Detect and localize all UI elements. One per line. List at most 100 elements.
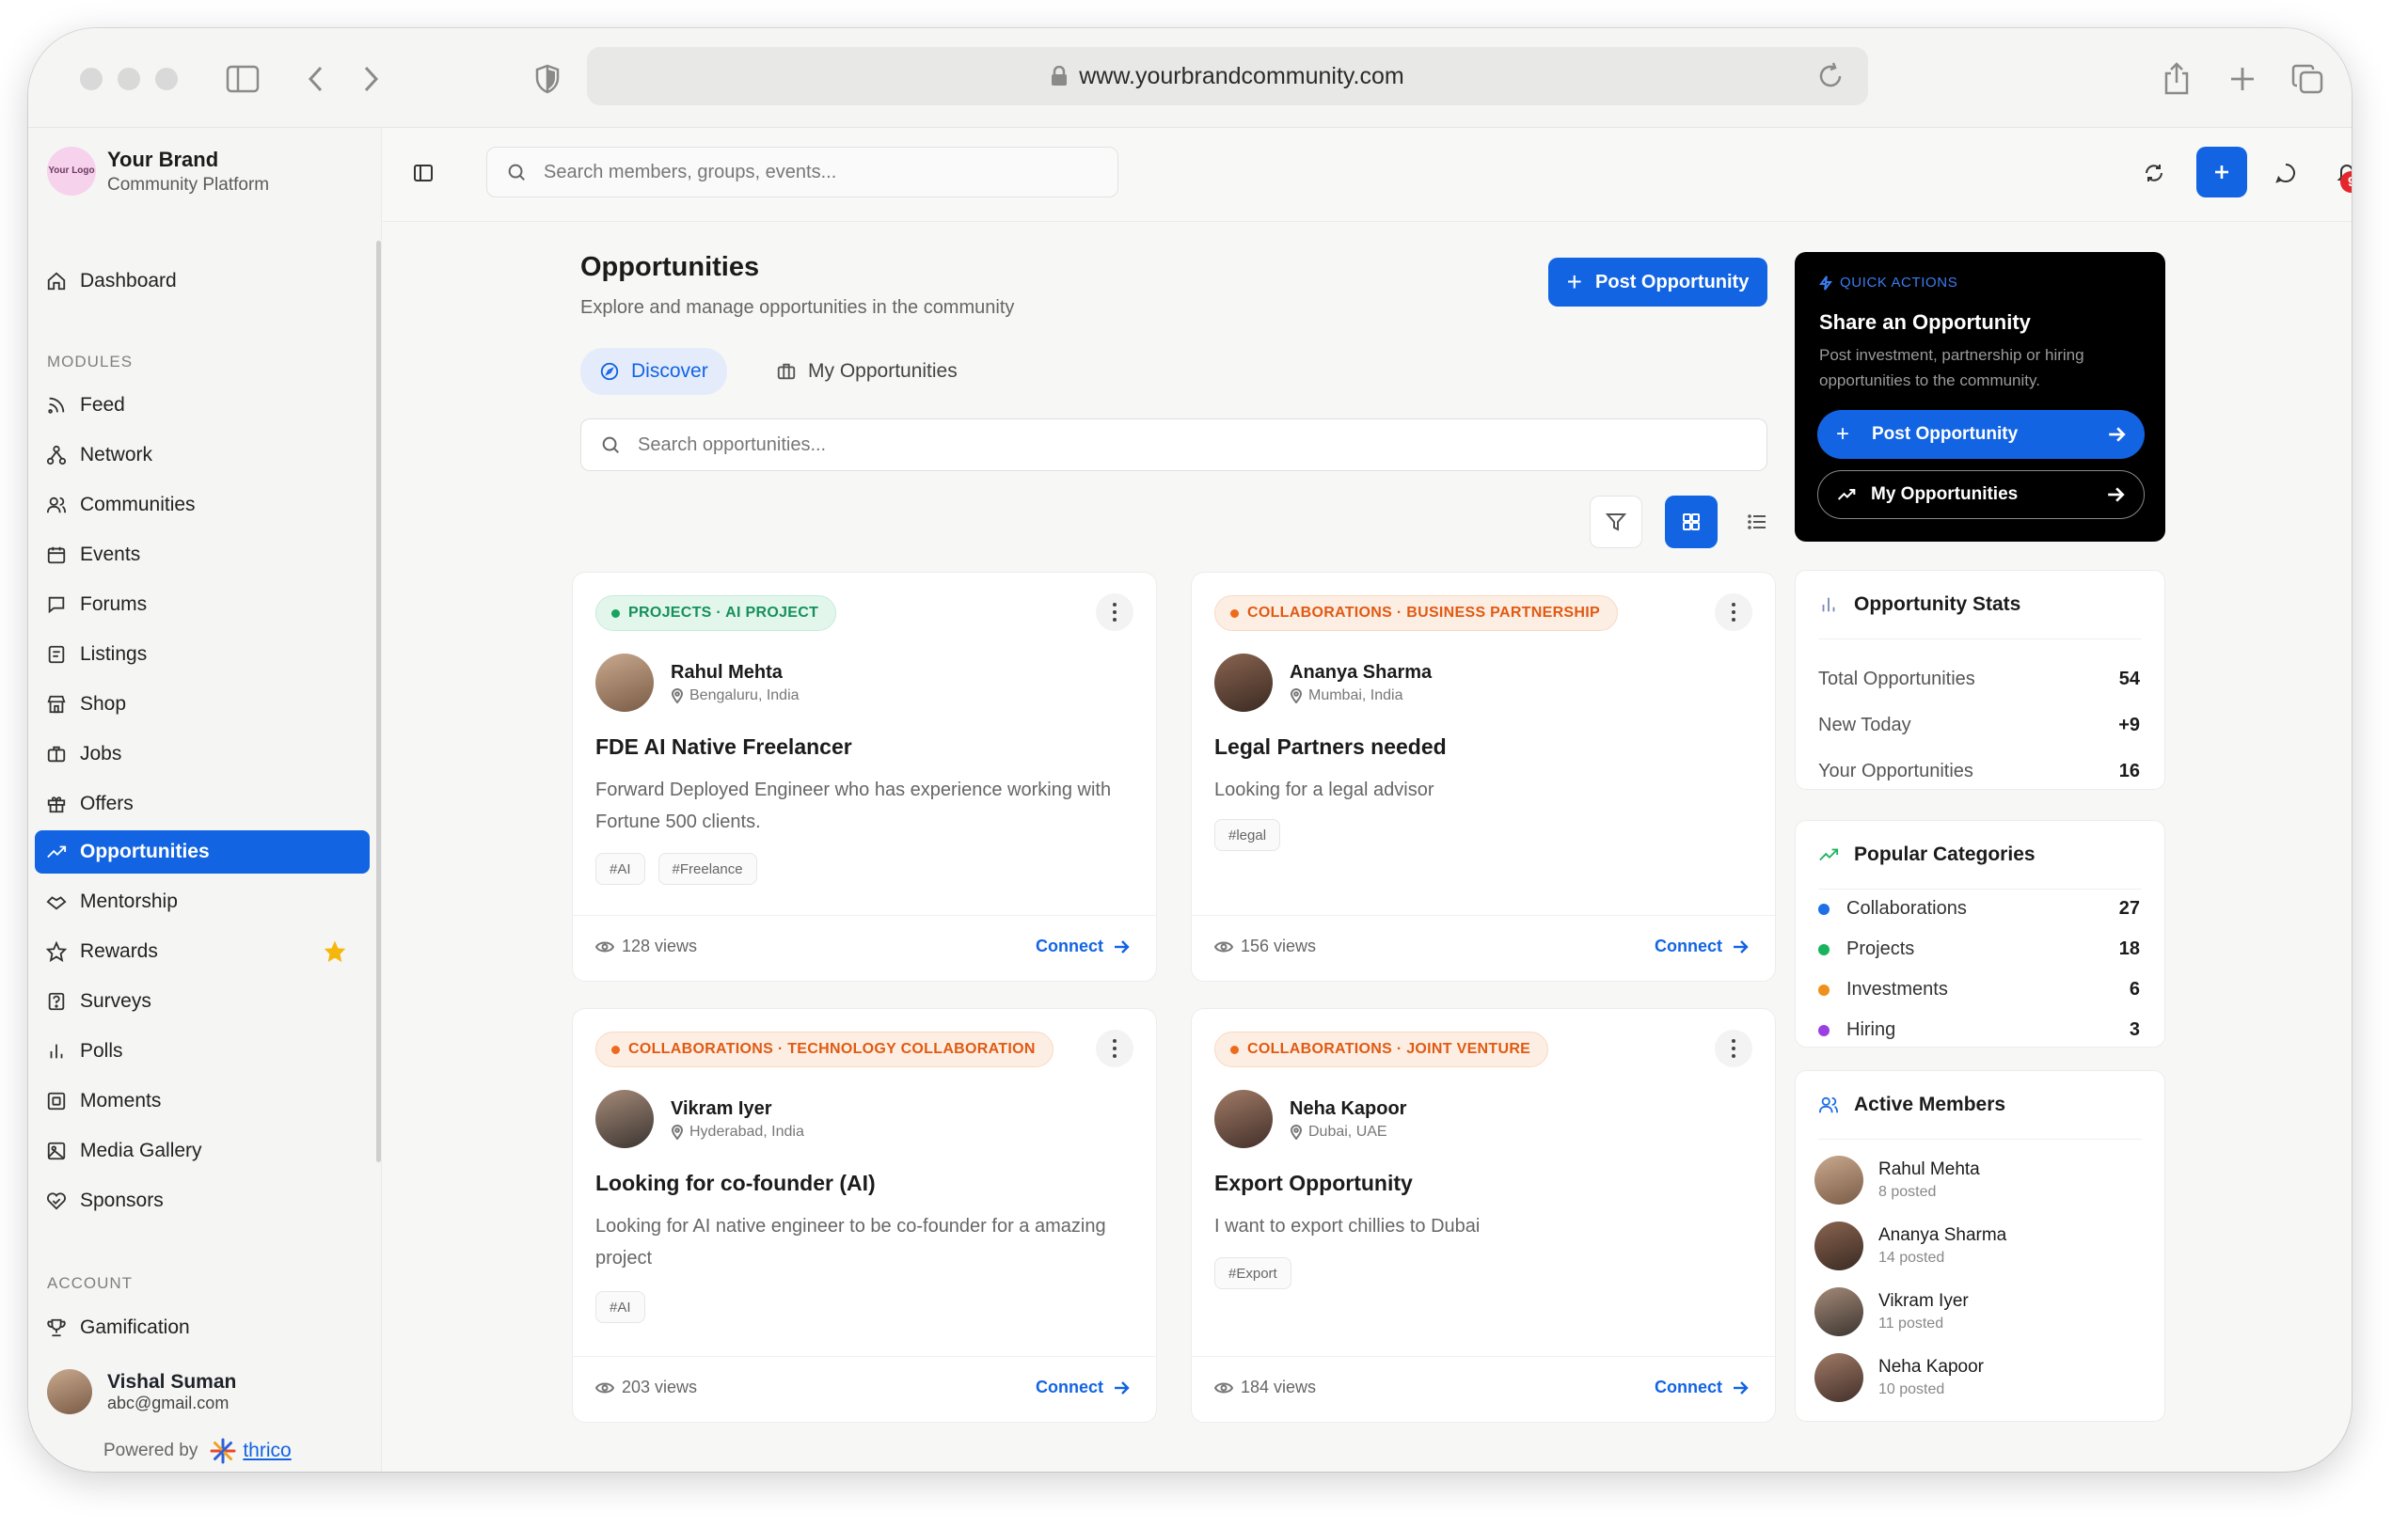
grid-view-button[interactable] <box>1665 496 1718 548</box>
sidebar-item-gamification[interactable]: Gamification <box>35 1306 370 1349</box>
sidebar-item-label: Moments <box>80 1090 162 1111</box>
sidebar-item-forums[interactable]: Forums <box>35 583 370 626</box>
sidebar-item-rewards[interactable]: Rewards <box>35 930 370 973</box>
more-options-button[interactable] <box>1096 593 1133 631</box>
sidebar-item-events[interactable]: Events <box>35 533 370 576</box>
user-profile[interactable]: Vishal Suman abc@gmail.com <box>47 1369 236 1414</box>
opportunity-description: I want to export chillies to Dubai <box>1214 1216 1481 1237</box>
filter-button[interactable] <box>1590 496 1642 548</box>
stat-row: New Today +9 <box>1818 715 2140 736</box>
member-row[interactable]: Rahul Mehta 8 posted <box>1814 1156 1980 1205</box>
tab-my-opportunities[interactable]: My Opportunities <box>757 348 976 395</box>
eye-icon <box>1214 941 1233 952</box>
sidebar-item-media-gallery[interactable]: Media Gallery <box>35 1129 370 1173</box>
sidebar-item-label: Surveys <box>80 990 151 1012</box>
list-view-button[interactable] <box>1731 496 1783 548</box>
opportunity-card[interactable]: PROJECTS · AI PROJECT Rahul Mehta Bengal… <box>572 572 1157 982</box>
opportunity-search-input[interactable]: Search opportunities... <box>580 418 1767 471</box>
sidebar-item-mentorship[interactable]: Mentorship <box>35 880 370 923</box>
more-options-button[interactable] <box>1715 593 1752 631</box>
tabs-overview-icon[interactable] <box>2286 56 2331 102</box>
avatar <box>1214 654 1273 712</box>
sidebar-item-sponsors[interactable]: Sponsors <box>35 1179 370 1222</box>
member-row[interactable]: Vikram Iyer 11 posted <box>1814 1287 1969 1336</box>
opportunity-card[interactable]: COLLABORATIONS · JOINT VENTURE Neha Kapo… <box>1191 1008 1776 1423</box>
close-window-button[interactable] <box>80 68 103 90</box>
member-row[interactable]: Neha Kapoor 10 posted <box>1814 1353 1984 1402</box>
share-icon[interactable] <box>2154 56 2199 102</box>
tag[interactable]: #Export <box>1214 1257 1291 1289</box>
connect-label: Connect <box>1655 1378 1722 1396</box>
sidebar-item-listings[interactable]: Listings <box>35 633 370 676</box>
browser-window: www.yourbrandcommunity.com Your Logo You… <box>28 28 2352 1472</box>
back-icon[interactable] <box>293 56 339 102</box>
category-row[interactable]: Collaborations 27 <box>1818 898 2140 920</box>
sidebar-item-dashboard[interactable]: Dashboard <box>35 260 370 303</box>
connect-button[interactable]: Connect <box>1655 1378 1749 1397</box>
connect-label: Connect <box>1655 937 1722 955</box>
category-row[interactable]: Projects 18 <box>1818 938 2140 960</box>
tag[interactable]: #legal <box>1214 819 1281 851</box>
category-row[interactable]: Investments 6 <box>1818 979 2140 1001</box>
more-options-button[interactable] <box>1096 1030 1133 1067</box>
sidebar-item-jobs[interactable]: Jobs <box>35 733 370 776</box>
quick-post-opportunity-button[interactable]: + Post Opportunity <box>1817 410 2145 459</box>
tab-discover[interactable]: Discover <box>580 348 727 395</box>
connect-button[interactable]: Connect <box>1655 937 1749 956</box>
member-row[interactable]: Ananya Sharma 14 posted <box>1814 1222 2006 1270</box>
tag[interactable]: #AI <box>595 1291 645 1323</box>
shield-icon[interactable] <box>525 56 570 102</box>
connect-button[interactable]: Connect <box>1036 1378 1130 1397</box>
opportunity-title[interactable]: FDE AI Native Freelancer <box>595 734 852 760</box>
opportunity-card[interactable]: COLLABORATIONS · TECHNOLOGY COLLABORATIO… <box>572 1008 1157 1423</box>
author[interactable]: Rahul Mehta Bengaluru, India <box>595 654 800 712</box>
author[interactable]: Ananya Sharma Mumbai, India <box>1214 654 1432 712</box>
tag[interactable]: #AI <box>595 853 645 885</box>
avatar <box>1814 1287 1863 1336</box>
opportunity-card[interactable]: COLLABORATIONS · BUSINESS PARTNERSHIP An… <box>1191 572 1776 982</box>
create-button[interactable] <box>2196 147 2247 197</box>
sidebar-item-label: Sponsors <box>80 1190 164 1211</box>
tag[interactable]: #Freelance <box>657 853 757 885</box>
sidebar-toggle-icon[interactable] <box>220 56 265 102</box>
reload-icon[interactable] <box>1815 61 1846 91</box>
new-tab-icon[interactable] <box>2220 56 2265 102</box>
sidebar-item-feed[interactable]: Feed <box>35 384 370 427</box>
brand-header[interactable]: Your Logo Your Brand Community Platform <box>47 147 269 196</box>
sidebar-item-shop[interactable]: Shop <box>35 683 370 726</box>
messages-icon[interactable] <box>2264 151 2307 195</box>
opportunity-title[interactable]: Export Opportunity <box>1214 1171 1413 1196</box>
connect-button[interactable]: Connect <box>1036 937 1130 956</box>
refresh-icon[interactable] <box>2132 151 2176 195</box>
thrico-link[interactable]: thrico <box>243 1440 291 1462</box>
opportunity-title[interactable]: Looking for co-founder (AI) <box>595 1171 876 1196</box>
sidebar-item-opportunities[interactable]: Opportunities <box>35 830 370 874</box>
more-options-button[interactable] <box>1715 1030 1752 1067</box>
address-bar[interactable]: www.yourbrandcommunity.com <box>587 47 1868 105</box>
sidebar-item-surveys[interactable]: Surveys <box>35 980 370 1023</box>
sidebar-item-moments[interactable]: Moments <box>35 1080 370 1123</box>
maximize-window-button[interactable] <box>155 68 178 90</box>
category-label: COLLABORATIONS · TECHNOLOGY COLLABORATIO… <box>628 1041 1036 1057</box>
bar-chart-icon <box>50 1044 63 1059</box>
sidebar-item-polls[interactable]: Polls <box>35 1030 370 1073</box>
author[interactable]: Vikram Iyer Hyderabad, India <box>595 1090 804 1148</box>
collapse-sidebar-icon[interactable] <box>402 151 445 195</box>
minimize-window-button[interactable] <box>118 68 140 90</box>
opportunity-title[interactable]: Legal Partners needed <box>1214 734 1447 760</box>
sidebar-item-network[interactable]: Network <box>35 433 370 477</box>
category-count: 27 <box>2118 898 2140 919</box>
post-opportunity-button[interactable]: + Post Opportunity <box>1548 258 1767 307</box>
category-row[interactable]: Hiring 3 <box>1818 1019 2140 1041</box>
author-name: Neha Kapoor <box>1290 1097 1407 1119</box>
sidebar-item-offers[interactable]: Offers <box>35 782 370 826</box>
global-search-input[interactable]: Search members, groups, events... <box>486 147 1118 197</box>
author[interactable]: Neha Kapoor Dubai, UAE <box>1214 1090 1406 1148</box>
category-label: Hiring <box>1846 1019 1896 1040</box>
sidebar-scrollbar[interactable] <box>376 241 381 1162</box>
stat-value: 54 <box>2118 669 2140 689</box>
forward-icon[interactable] <box>348 56 393 102</box>
quick-my-opportunities-button[interactable]: My Opportunities <box>1817 470 2145 519</box>
sidebar-item-label: Forums <box>80 593 148 615</box>
sidebar-item-communities[interactable]: Communities <box>35 483 370 527</box>
